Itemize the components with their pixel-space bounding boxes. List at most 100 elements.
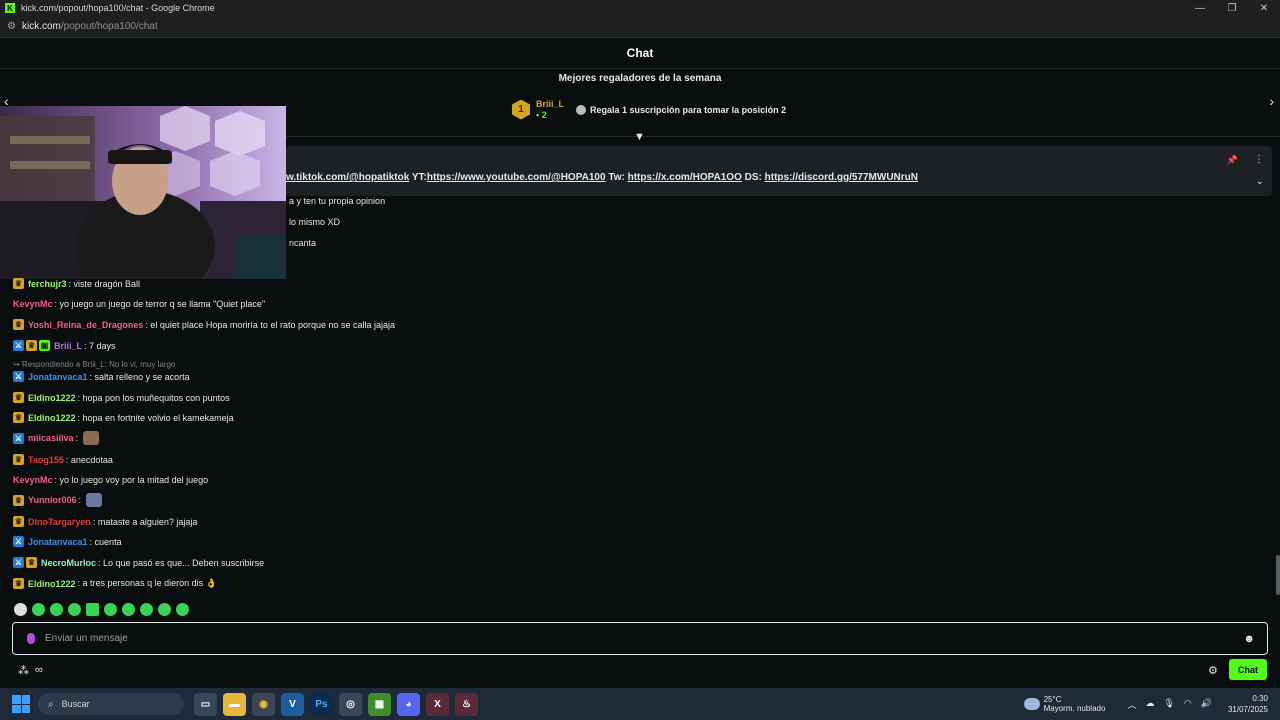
chrome-icon[interactable]: ◉ [252, 692, 275, 716]
chat-message[interactable]: ⚔ ♛ NecroMurloc: Lo que pasó es que... D… [13, 557, 264, 568]
username[interactable]: ferchujr3 [28, 279, 67, 289]
chat-message[interactable]: ⚔ Jonatanvaca1: cuenta [13, 536, 122, 547]
clock[interactable]: 0:30 31/07/2025 [1228, 693, 1268, 715]
minimize-icon[interactable]: — [1184, 0, 1216, 16]
emote-icon[interactable] [14, 603, 27, 616]
excel-icon[interactable]: X [426, 692, 449, 716]
discord-icon[interactable]: ◕ [397, 692, 420, 716]
weather-widget[interactable]: 25°C Mayorm. nublado [1023, 695, 1105, 713]
collapse-chevron-icon[interactable]: ▼ [634, 131, 645, 143]
volume-icon[interactable]: 🔊 [1201, 698, 1212, 711]
send-chat-button[interactable]: Chat [1229, 659, 1267, 680]
message-text: : a tres personas q le dieron dis 👌 [77, 578, 217, 588]
emote-icon[interactable] [104, 603, 117, 616]
emoji-picker-icon[interactable]: ☻ [1243, 633, 1255, 645]
chat-message[interactable]: ♛ ferchujr3: viste dragón Ball [13, 278, 140, 289]
chat-message[interactable]: KevynMc: yo juego un juego de terror q s… [13, 299, 265, 309]
top-gifter[interactable]: Briii_L ▪ 2 [536, 99, 564, 120]
windows-start-icon[interactable] [12, 695, 30, 713]
onedrive-icon[interactable]: ☁ [1145, 698, 1154, 711]
photoshop-icon[interactable]: Ps [310, 692, 333, 716]
moderator-badge-icon: ⚔ [13, 432, 24, 444]
username[interactable]: Yunnior006 [28, 495, 77, 505]
username[interactable]: KevynMc [13, 475, 53, 485]
chat-message[interactable]: ♛ Eldino1222: a tres personas q le diero… [13, 578, 217, 589]
username[interactable]: Eldino1222 [28, 579, 76, 589]
chat-message[interactable]: ♛ Eldino1222: hopa en fortnite volvio el… [13, 412, 234, 423]
kick-points-icon[interactable]: ⁂ [18, 664, 29, 677]
emote-icon[interactable] [140, 603, 153, 616]
chat-message[interactable]: KevynMc: yo lo juego voy por la mitad de… [13, 475, 208, 485]
message-input-box[interactable]: ☻ [12, 622, 1268, 655]
expand-chevron-icon[interactable]: ⌄ [1256, 176, 1264, 187]
chat-message[interactable]: ⚔ miicasiilva: [13, 431, 100, 445]
settings-gear-icon[interactable]: ⚙ [1208, 664, 1218, 677]
window-title: kick.com/popout/hopa100/chat - Google Ch… [21, 3, 215, 13]
chat-message[interactable]: ♛ Taog155: anecdotaa [13, 454, 113, 465]
username[interactable]: KevynMc [13, 299, 53, 309]
chat-message[interactable]: ⚔ Jonatanvaca1: salta relleno y se acort… [13, 371, 190, 382]
message-input[interactable] [45, 633, 1244, 644]
pin-icon[interactable]: 📌 [1227, 155, 1238, 166]
emote-icon [83, 431, 100, 445]
message-text: : cuenta [89, 536, 122, 547]
username[interactable]: Jonatanvaca1 [28, 372, 88, 382]
emote-icon[interactable] [122, 603, 135, 616]
vegas-icon[interactable]: V [281, 692, 304, 716]
infinity-icon[interactable]: ∞ [35, 664, 43, 677]
mic-icon[interactable]: 🎙 [1163, 698, 1174, 711]
username[interactable]: DinoTargaryen [28, 517, 91, 527]
obs-icon[interactable]: ◎ [339, 692, 362, 716]
taskbar-search[interactable]: ⌕ Buscar [38, 693, 184, 715]
message-text: : yo juego un juego de terror q se llama… [54, 299, 266, 309]
file-explorer-icon[interactable]: ▬ [223, 692, 246, 716]
restore-icon[interactable]: ❐ [1216, 0, 1248, 16]
message-text: : anecdotaa [65, 454, 113, 465]
chat-message[interactable]: ♛ Yunnior006: [13, 493, 103, 507]
crown-badge-icon: ♛ [13, 494, 24, 506]
username[interactable]: Eldino1222 [28, 413, 76, 423]
steam-icon[interactable]: ♨ [455, 692, 478, 716]
discord-link[interactable]: https://discord.gg/577MWUNruN [765, 172, 918, 183]
username[interactable]: Jonatanvaca1 [28, 537, 88, 547]
chat-scrollbar[interactable] [1276, 555, 1280, 595]
gift-sub-cta[interactable]: Regala 1 suscripción para tomar la posic… [576, 104, 786, 115]
close-icon[interactable]: ✕ [1248, 0, 1280, 16]
username[interactable]: Eldino1222 [28, 393, 76, 403]
username[interactable]: Briii_L [54, 341, 82, 351]
emote-icon[interactable] [158, 603, 171, 616]
message-text: : [75, 433, 79, 443]
address-bar[interactable]: ⚙ kick.com/popout/hopa100/chat [0, 16, 1280, 38]
chat-message[interactable]: ⚔ ♛ ▣ Briii_L: 7 days [13, 340, 116, 351]
emote-icon[interactable] [86, 603, 99, 616]
tiktok-link[interactable]: w.tiktok.com/@hopatiktok [286, 172, 409, 183]
emote-icon[interactable] [50, 603, 63, 616]
minecraft-icon[interactable]: ▦ [368, 692, 391, 716]
top-gifter-name: Briii_L [536, 99, 565, 109]
twitter-link[interactable]: https://x.com/HOPA1OO [628, 172, 742, 183]
site-settings-icon[interactable]: ⚙ [7, 21, 16, 32]
chat-message[interactable]: ♛ Yoshi_Reina_de_Dragones: el quiet plac… [13, 319, 395, 330]
username[interactable]: miicasiilva [28, 433, 74, 443]
username[interactable]: Taog155 [28, 455, 64, 465]
crown-badge-icon: ♛ [13, 412, 24, 423]
emote-icon[interactable] [32, 603, 45, 616]
message-text: : Lo que pasó es que... Deben suscribirs… [98, 557, 265, 568]
message-text: : mataste a alguien? jajaja [92, 516, 198, 527]
microphone-icon[interactable] [27, 633, 35, 644]
username[interactable]: Yoshi_Reina_de_Dragones [28, 320, 143, 330]
emote-icon[interactable] [68, 603, 81, 616]
chat-message[interactable]: ♛ Eldino1222: hopa pon los muñequitos co… [13, 392, 230, 403]
top-gifter-count: ▪ 2 [536, 110, 547, 120]
message-text: : viste dragón Ball [68, 278, 141, 289]
emote-icon[interactable] [176, 603, 189, 616]
url-path: /popout/hopa100/chat [60, 21, 158, 32]
chevron-up-icon[interactable]: ︿ [1127, 698, 1136, 711]
chat-message[interactable]: ♛ DinoTargaryen: mataste a alguien? jaja… [13, 516, 197, 527]
next-arrow-icon[interactable]: › [1269, 93, 1274, 109]
more-options-icon[interactable]: ⋮ [1254, 154, 1264, 165]
username[interactable]: NecroMurloc [41, 558, 96, 568]
task-view-icon[interactable]: ▭ [194, 692, 217, 716]
wifi-icon[interactable]: ◠ [1184, 698, 1192, 711]
youtube-link[interactable]: https://www.youtube.com/@HOPA100 [427, 172, 606, 183]
